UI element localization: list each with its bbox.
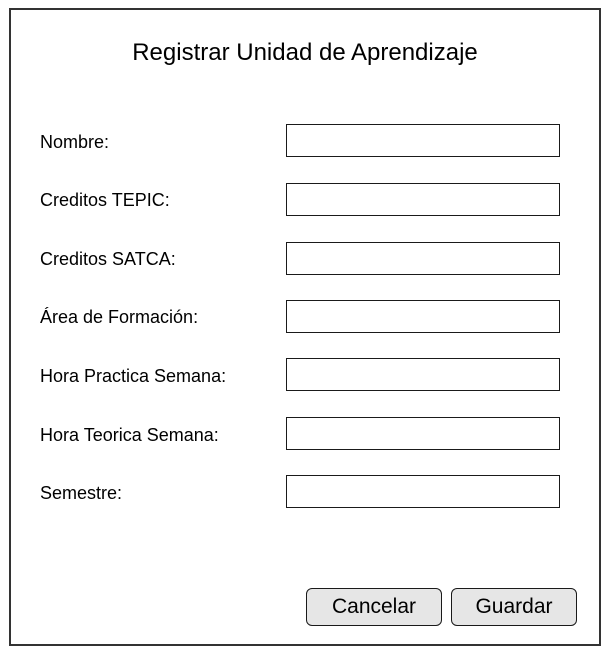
hora-practica-input[interactable] (286, 358, 560, 391)
creditos-satca-input[interactable] (286, 242, 560, 275)
page-title: Registrar Unidad de Aprendizaje (132, 39, 478, 66)
hora-teorica-label: Hora Teorica Semana: (40, 425, 219, 445)
creditos-tepic-label: Creditos TEPIC: (40, 190, 170, 210)
semestre-label: Semestre: (40, 483, 123, 503)
cancel-button[interactable]: Cancelar (306, 588, 442, 626)
nombre-input[interactable] (286, 124, 560, 157)
semestre-input[interactable] (286, 475, 560, 508)
hora-practica-label: Hora Practica Semana: (40, 366, 227, 386)
creditos-tepic-input[interactable] (286, 183, 560, 216)
creditos-satca-label: Creditos SATCA: (40, 249, 176, 269)
dialog-frame: Registrar Unidad de Aprendizaje Nombre: … (9, 8, 601, 646)
area-formacion-input[interactable] (286, 300, 560, 333)
nombre-label: Nombre: (40, 132, 110, 152)
hora-teorica-input[interactable] (286, 417, 560, 450)
save-button[interactable]: Guardar (451, 588, 577, 626)
area-formacion-label: Área de Formación: (40, 307, 199, 327)
